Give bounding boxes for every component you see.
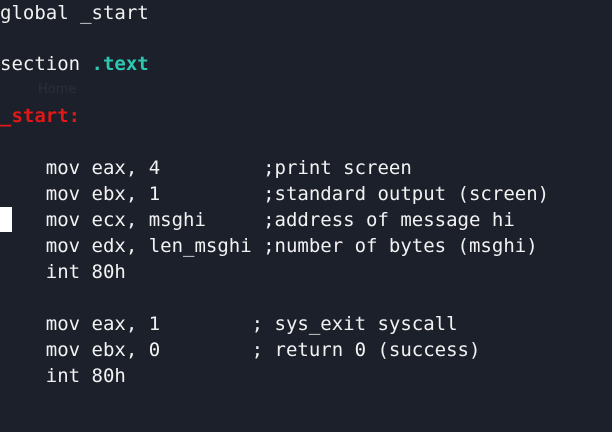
code-line-4: mov edx, len_msghi ;number of bytes (msg… [0,235,538,257]
code-line-1: mov eax, 4 ;print screen [0,157,412,179]
code-line-2: mov ebx, 1 ;standard output (screen) [0,183,550,205]
text-cursor [0,207,12,232]
code-line-8: int 80h [0,365,126,387]
code-line-6: mov eax, 1 ; sys_exit syscall [0,313,458,335]
code-line-global: global _start [0,2,149,24]
section-keyword: section [0,53,92,75]
code-line-3: mov ecx, msghi ;address of message hi [0,209,515,231]
section-name: .text [91,53,149,75]
code-line-7: mov ebx, 0 ; return 0 (success) [0,339,481,361]
code-line-start-label: _start: [0,105,81,127]
code-line-5: int 80h [0,261,126,283]
code-editor[interactable]: Home global _start section .text _start:… [0,0,612,432]
code-line-section: section .text [0,51,149,77]
ghost-text: Home [38,82,77,97]
